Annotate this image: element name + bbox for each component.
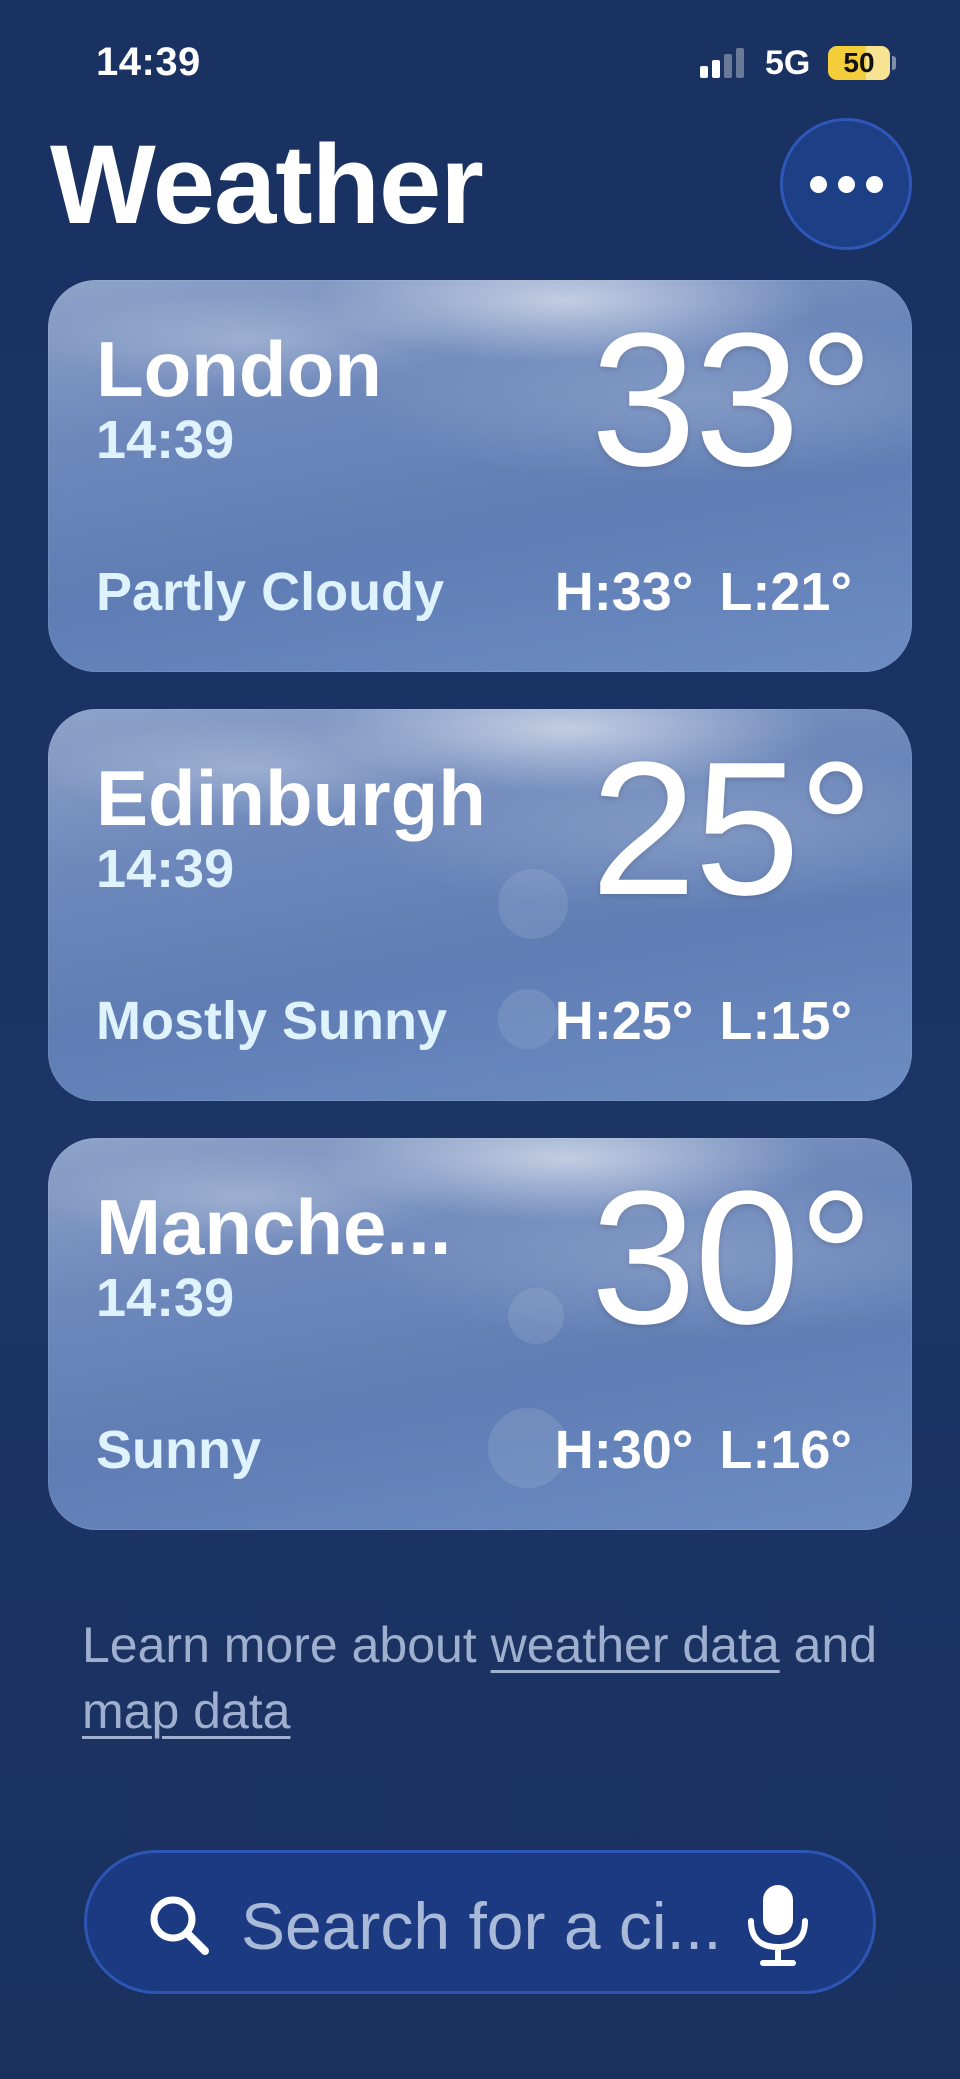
- map-data-link[interactable]: map data: [82, 1683, 290, 1739]
- search-input[interactable]: Search for a ci...: [241, 1891, 722, 1961]
- weather-condition: Partly Cloudy: [96, 562, 445, 622]
- city-local-time: 14:39: [96, 839, 235, 899]
- city-card-london[interactable]: London 14:39 33° Partly Cloudy H:33° L:21…: [48, 280, 912, 672]
- high-temperature: H:25°: [554, 991, 694, 1051]
- low-temperature: L:16°: [719, 1420, 852, 1480]
- high-temperature: H:33°: [554, 562, 694, 622]
- page-title: Weather: [50, 122, 484, 247]
- city-name: Manche...: [96, 1183, 452, 1271]
- data-attribution-note: Learn more about weather data and map da…: [82, 1612, 942, 1744]
- high-low-temperature: H:33° L:21°: [555, 562, 852, 622]
- status-bar: 14:39 5G 50: [0, 0, 960, 110]
- current-temperature: 30°: [590, 1152, 874, 1364]
- cellular-signal-icon: [700, 48, 750, 78]
- high-temperature: H:30°: [554, 1420, 694, 1480]
- ellipsis-icon: [809, 175, 827, 193]
- city-name: Edinburgh: [96, 754, 486, 842]
- low-temperature: L:15°: [719, 991, 852, 1051]
- current-temperature: 33°: [590, 294, 874, 506]
- microphone-icon[interactable]: [745, 1883, 811, 1967]
- battery-tip: [892, 56, 896, 70]
- weather-condition: Sunny: [96, 1420, 262, 1480]
- network-type: 5G: [765, 44, 811, 82]
- current-temperature: 25°: [590, 723, 874, 935]
- battery-icon: 50: [828, 46, 890, 80]
- battery-level: 50: [843, 47, 875, 78]
- weather-data-link[interactable]: weather data: [491, 1617, 780, 1673]
- high-low-temperature: H:25° L:15°: [555, 991, 852, 1051]
- more-options-button[interactable]: [780, 118, 912, 250]
- weather-condition: Mostly Sunny: [96, 991, 448, 1051]
- weather-screen: 14:39 5G 50 Weather London 14:39 33° Par…: [0, 0, 960, 2079]
- low-temperature: L:21°: [719, 562, 852, 622]
- city-local-time: 14:39: [96, 410, 235, 470]
- attribution-middle: and: [779, 1617, 878, 1673]
- attribution-prefix: Learn more about: [82, 1617, 491, 1673]
- city-card-manchester[interactable]: Manche... 14:39 30° Sunny H:30° L:16°: [48, 1138, 912, 1530]
- city-search-bar[interactable]: Search for a ci...: [84, 1850, 876, 1994]
- search-icon: [150, 1896, 209, 1955]
- city-name: London: [96, 325, 382, 413]
- city-local-time: 14:39: [96, 1268, 235, 1328]
- high-low-temperature: H:30° L:16°: [555, 1420, 852, 1480]
- city-card-edinburgh[interactable]: Edinburgh 14:39 25° Mostly Sunny H:25° L:…: [48, 709, 912, 1101]
- status-time: 14:39: [96, 40, 201, 84]
